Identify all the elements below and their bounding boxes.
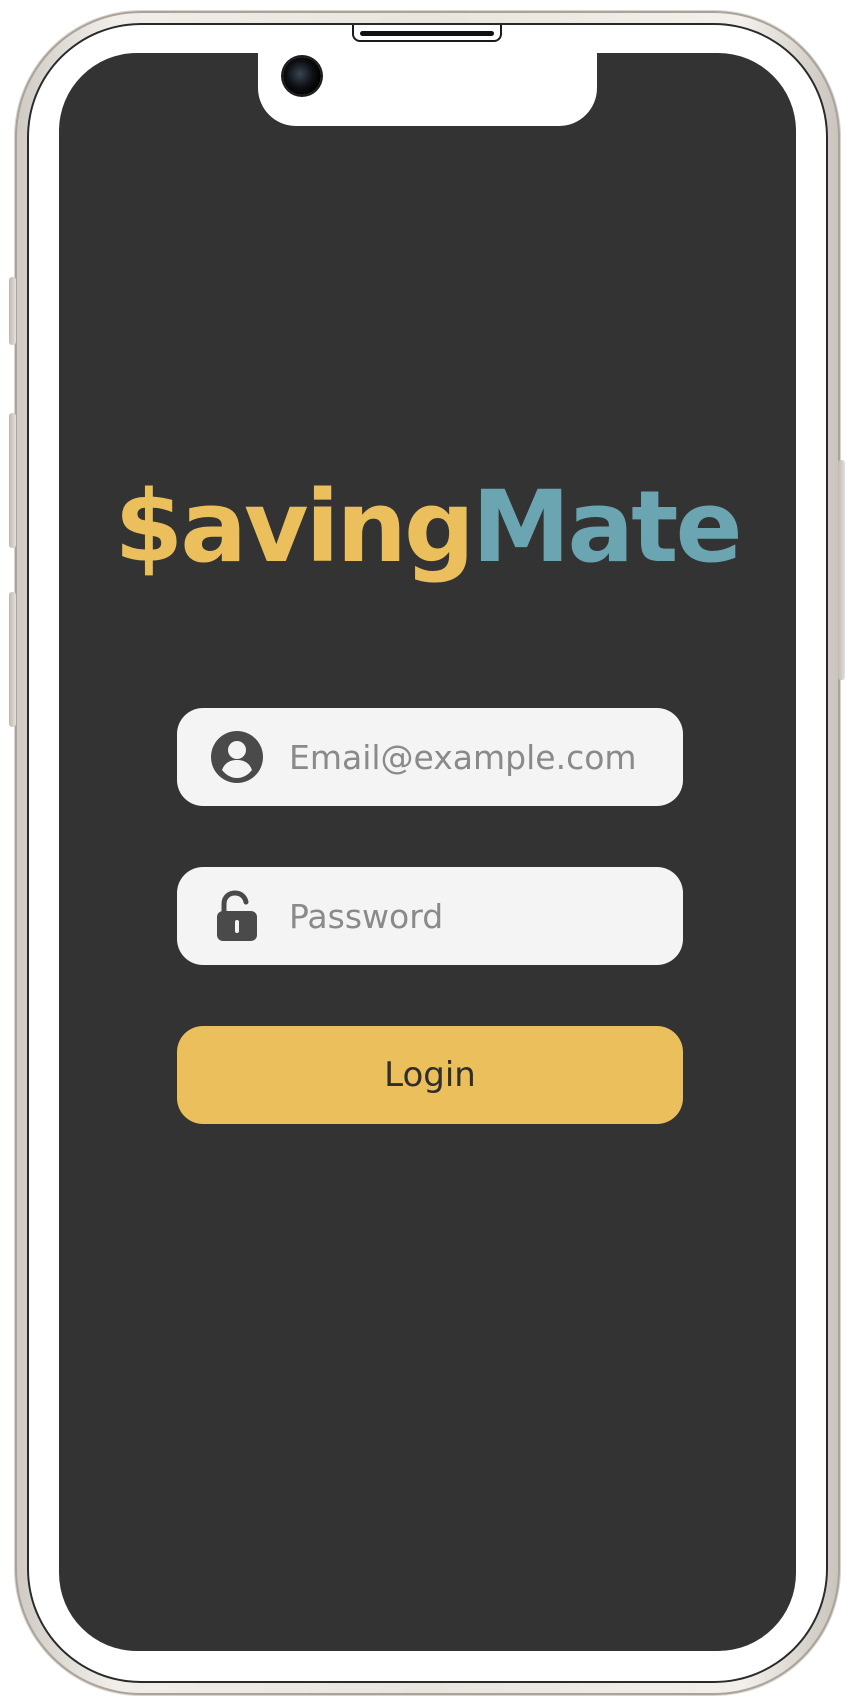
email-input[interactable] [289,708,659,806]
password-input[interactable] [289,867,659,965]
side-button-volume-down [9,592,16,727]
side-button-silent [9,277,16,345]
app-screen [59,53,796,1651]
lock-open-icon [210,889,264,943]
logo-mate-text: Mate [471,470,743,585]
logo-saving-text: $aving [114,470,475,585]
app-logo: $avingMate [0,478,854,577]
account-circle-icon [210,730,264,784]
front-camera [283,57,321,95]
login-button[interactable]: Login [177,1026,683,1124]
speaker-grille [352,25,502,42]
email-field[interactable] [177,708,683,806]
password-field[interactable] [177,867,683,965]
